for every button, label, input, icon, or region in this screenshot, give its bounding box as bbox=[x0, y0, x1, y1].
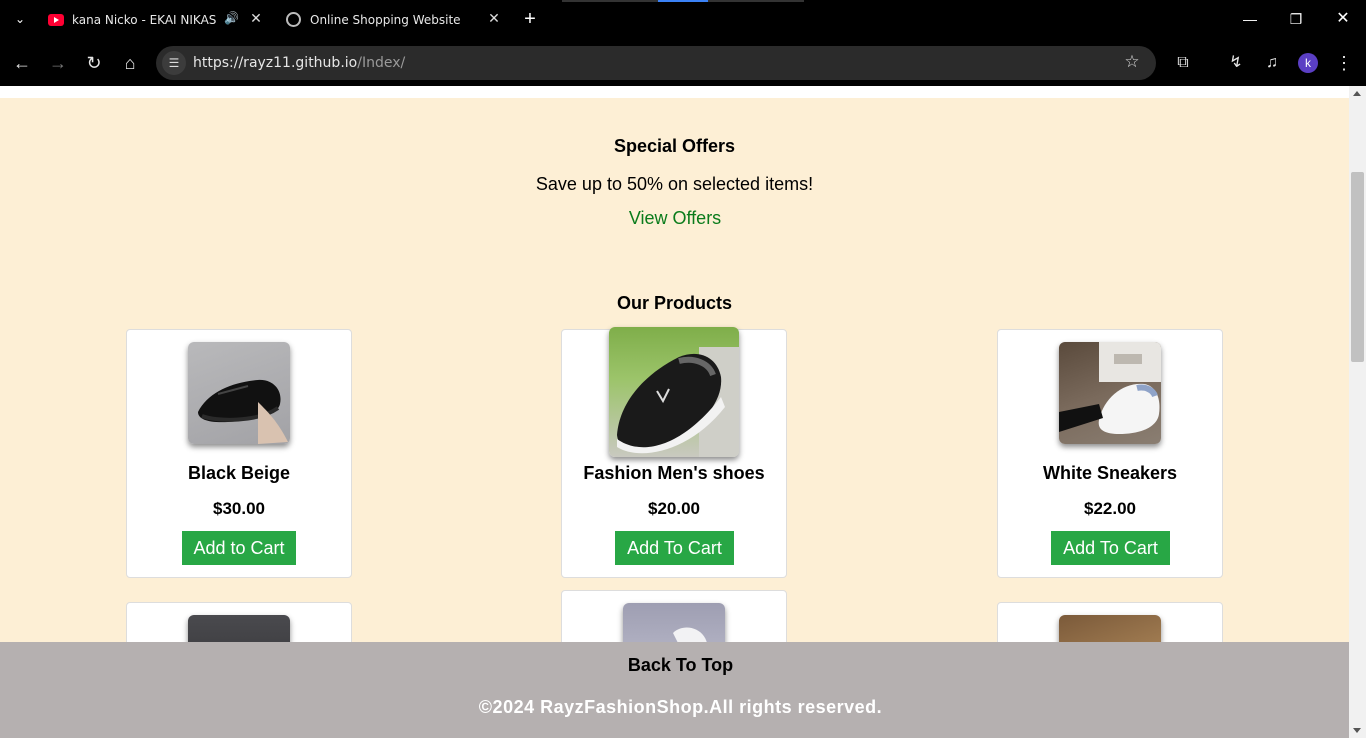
product-price: $30.00 bbox=[213, 499, 265, 518]
url-host: https://rayz11.github.io bbox=[193, 55, 358, 71]
new-tab-button[interactable]: + bbox=[520, 9, 540, 29]
product-price: $22.00 bbox=[1084, 499, 1136, 518]
scroll-down-icon[interactable] bbox=[1353, 728, 1361, 733]
tab-youtube[interactable]: kana Nicko - EKAI NIKASE ( 🔊 ✕ bbox=[44, 5, 270, 35]
special-offers-heading: Special Offers bbox=[613, 136, 736, 156]
browser-toolbar: ← → ↻ ⌂ ☰ https://rayz11.github.io/Index… bbox=[0, 40, 1366, 86]
url-path: /Index/ bbox=[357, 55, 406, 71]
media-control-icon[interactable]: ♫ bbox=[1261, 52, 1283, 74]
tab-search-icon[interactable]: ⌄ bbox=[10, 12, 30, 28]
tab-title: Online Shopping Website bbox=[310, 13, 461, 27]
youtube-icon bbox=[48, 14, 64, 26]
add-to-cart-button[interactable]: Add To Cart bbox=[1051, 531, 1170, 565]
drag-strip bbox=[562, 0, 804, 2]
product-card: White Sneakers $22.00 Add To Cart bbox=[997, 329, 1223, 578]
close-icon[interactable]: ✕ bbox=[248, 11, 264, 27]
product-name: Fashion Men's shoes bbox=[583, 463, 765, 483]
tab-title: kana Nicko - EKAI NIKASE ( bbox=[72, 13, 216, 27]
restore-icon[interactable]: ❐ bbox=[1286, 9, 1306, 29]
product-image-white-sneaker bbox=[1059, 342, 1161, 444]
home-icon[interactable]: ⌂ bbox=[119, 52, 141, 74]
vertical-scrollbar[interactable] bbox=[1349, 86, 1366, 738]
add-to-cart-button[interactable]: Add to Cart bbox=[182, 531, 296, 565]
page-viewport: Special Offers Save up to 50% on selecte… bbox=[0, 86, 1349, 738]
forward-arrow-icon[interactable]: → bbox=[47, 52, 69, 74]
product-card: Black Beige $30.00 Add to Cart bbox=[126, 329, 352, 578]
add-to-cart-button[interactable]: Add To Cart bbox=[615, 531, 734, 565]
back-arrow-icon[interactable]: ← bbox=[11, 52, 33, 74]
window-close-icon[interactable]: ✕ bbox=[1333, 9, 1353, 29]
performance-icon[interactable]: ↯ bbox=[1225, 52, 1247, 74]
special-offers-text: Save up to 50% on selected items! bbox=[535, 174, 814, 194]
product-card: Fashion Men's shoes $20.00 Add To Cart bbox=[561, 327, 787, 578]
tab-shopping[interactable]: Online Shopping Website ✕ bbox=[282, 5, 504, 35]
url-text[interactable]: https://rayz11.github.io/Index/ bbox=[193, 55, 405, 71]
site-info-icon[interactable]: ☰ bbox=[162, 51, 186, 75]
site-footer: Back To Top ©2024 RayzFashionShop.All ri… bbox=[0, 642, 1349, 738]
bookmark-star-icon[interactable]: ☆ bbox=[1122, 52, 1142, 72]
scrollbar-thumb[interactable] bbox=[1351, 172, 1364, 362]
globe-icon bbox=[286, 12, 301, 27]
reload-icon[interactable]: ↻ bbox=[83, 52, 105, 74]
product-price: $20.00 bbox=[648, 499, 700, 518]
copyright-text: ©2024 RayzFashionShop.All rights reserve… bbox=[478, 697, 883, 717]
product-image-black-leather-shoe bbox=[188, 342, 290, 444]
product-name: Black Beige bbox=[187, 463, 291, 483]
minimize-icon[interactable]: — bbox=[1240, 9, 1260, 29]
speaker-icon[interactable]: 🔊 bbox=[224, 11, 240, 27]
close-icon[interactable]: ✕ bbox=[486, 11, 502, 27]
product-name: White Sneakers bbox=[1042, 463, 1178, 483]
product-image-black-slip-on-shoe bbox=[609, 327, 739, 457]
profile-avatar[interactable]: k bbox=[1298, 53, 1318, 73]
browser-tab-strip: ⌄ kana Nicko - EKAI NIKASE ( 🔊 ✕ Online … bbox=[0, 0, 1366, 40]
kebab-menu-icon[interactable]: ⋮ bbox=[1333, 52, 1355, 74]
extensions-icon[interactable]: ⧉ bbox=[1172, 52, 1194, 74]
address-bar[interactable]: ☰ https://rayz11.github.io/Index/ ☆ bbox=[156, 46, 1156, 80]
back-to-top-link[interactable]: Back To Top bbox=[0, 655, 1349, 676]
view-offers-link[interactable]: View Offers bbox=[622, 208, 728, 229]
our-products-heading: Our Products bbox=[616, 293, 732, 313]
scroll-up-icon[interactable] bbox=[1353, 91, 1361, 96]
header-edge bbox=[0, 86, 1349, 98]
